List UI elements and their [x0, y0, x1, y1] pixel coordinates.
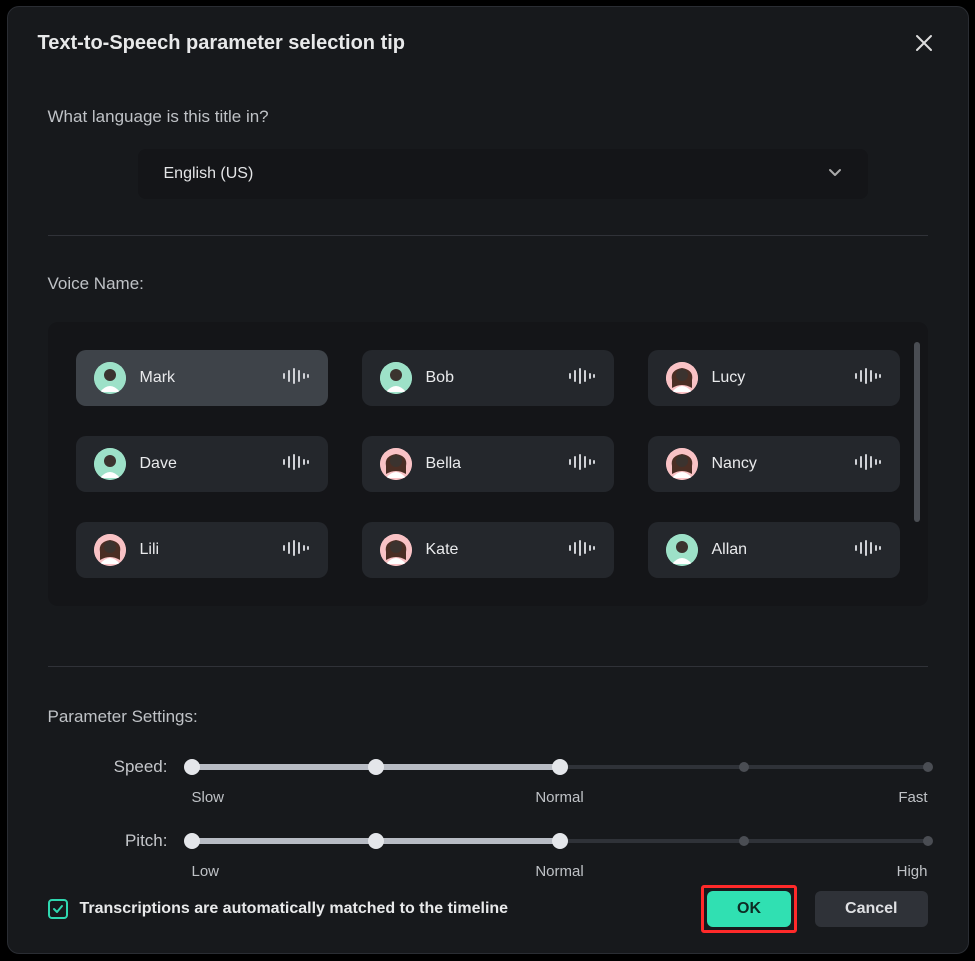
transcription-label: Transcriptions are automatically matched…	[80, 900, 509, 918]
pitch-tick-high: High	[897, 863, 928, 880]
play-voice-button[interactable]	[282, 540, 310, 561]
voice-card[interactable]: Bob	[362, 350, 614, 406]
divider	[48, 666, 928, 667]
parameters-label: Parameter Settings:	[48, 707, 928, 727]
play-voice-button[interactable]	[568, 454, 596, 475]
speed-tick-normal: Normal	[535, 789, 583, 806]
speed-ticks: Slow Normal Fast	[192, 789, 928, 813]
speed-tick-fast: Fast	[898, 789, 927, 806]
language-dropdown[interactable]: English (US)	[138, 149, 868, 199]
titlebar: Text-to-Speech parameter selection tip	[8, 7, 968, 67]
pitch-slider[interactable]	[192, 829, 928, 853]
language-value: English (US)	[164, 165, 254, 183]
close-icon	[915, 34, 933, 52]
avatar-icon	[94, 534, 126, 566]
voice-card[interactable]: Bella	[362, 436, 614, 492]
voice-name: Allan	[712, 541, 748, 559]
speed-tick-slow: Slow	[192, 789, 225, 806]
voice-name: Nancy	[712, 455, 757, 473]
avatar-icon	[94, 448, 126, 480]
tts-dialog: Text-to-Speech parameter selection tip W…	[7, 6, 969, 954]
voice-name: Lili	[140, 541, 160, 559]
voice-label: Voice Name:	[48, 274, 928, 294]
pitch-row: Pitch:	[48, 829, 928, 853]
play-voice-button[interactable]	[282, 368, 310, 389]
waveform-icon	[854, 368, 882, 384]
play-voice-button[interactable]	[568, 368, 596, 389]
voice-name: Kate	[426, 541, 459, 559]
voice-grid: Mark Bob Lucy	[76, 350, 900, 578]
voice-card[interactable]: Allan	[648, 522, 900, 578]
avatar-icon	[380, 362, 412, 394]
language-label: What language is this title in?	[48, 107, 928, 127]
play-voice-button[interactable]	[282, 454, 310, 475]
voice-container: Mark Bob Lucy	[48, 322, 928, 606]
waveform-icon	[568, 368, 596, 384]
waveform-icon	[568, 540, 596, 556]
voice-name: Bob	[426, 369, 454, 387]
play-voice-button[interactable]	[854, 454, 882, 475]
avatar-icon	[666, 534, 698, 566]
avatar-icon	[94, 362, 126, 394]
waveform-icon	[854, 454, 882, 470]
waveform-icon	[854, 540, 882, 556]
waveform-icon	[282, 368, 310, 384]
transcription-checkbox[interactable]: Transcriptions are automatically matched…	[48, 899, 509, 919]
voice-card[interactable]: Lili	[76, 522, 328, 578]
play-voice-button[interactable]	[854, 540, 882, 561]
avatar-icon	[666, 362, 698, 394]
voice-name: Mark	[140, 369, 176, 387]
pitch-tick-low: Low	[192, 863, 220, 880]
footer: Transcriptions are automatically matched…	[8, 885, 968, 933]
divider	[48, 235, 928, 236]
pitch-ticks: Low Normal High	[192, 863, 928, 887]
pitch-label: Pitch:	[48, 831, 168, 851]
voice-card[interactable]: Dave	[76, 436, 328, 492]
voice-name: Lucy	[712, 369, 746, 387]
play-voice-button[interactable]	[568, 540, 596, 561]
speed-row: Speed:	[48, 755, 928, 779]
avatar-icon	[380, 534, 412, 566]
pitch-tick-normal: Normal	[535, 863, 583, 880]
voice-card[interactable]: Nancy	[648, 436, 900, 492]
voice-name: Dave	[140, 455, 177, 473]
avatar-icon	[380, 448, 412, 480]
checkbox-icon	[48, 899, 68, 919]
voice-name: Bella	[426, 455, 462, 473]
dialog-title: Text-to-Speech parameter selection tip	[38, 32, 406, 55]
avatar-icon	[666, 448, 698, 480]
speed-label: Speed:	[48, 757, 168, 777]
speed-slider[interactable]	[192, 755, 928, 779]
ok-button[interactable]: OK	[707, 891, 791, 927]
voice-card[interactable]: Kate	[362, 522, 614, 578]
voice-scrollbar[interactable]	[914, 342, 920, 522]
ok-highlight: OK	[701, 885, 797, 933]
waveform-icon	[282, 454, 310, 470]
waveform-icon	[568, 454, 596, 470]
play-voice-button[interactable]	[854, 368, 882, 389]
cancel-button[interactable]: Cancel	[815, 891, 927, 927]
waveform-icon	[282, 540, 310, 556]
chevron-down-icon	[828, 165, 842, 184]
close-button[interactable]	[910, 29, 938, 57]
voice-card[interactable]: Mark	[76, 350, 328, 406]
voice-card[interactable]: Lucy	[648, 350, 900, 406]
